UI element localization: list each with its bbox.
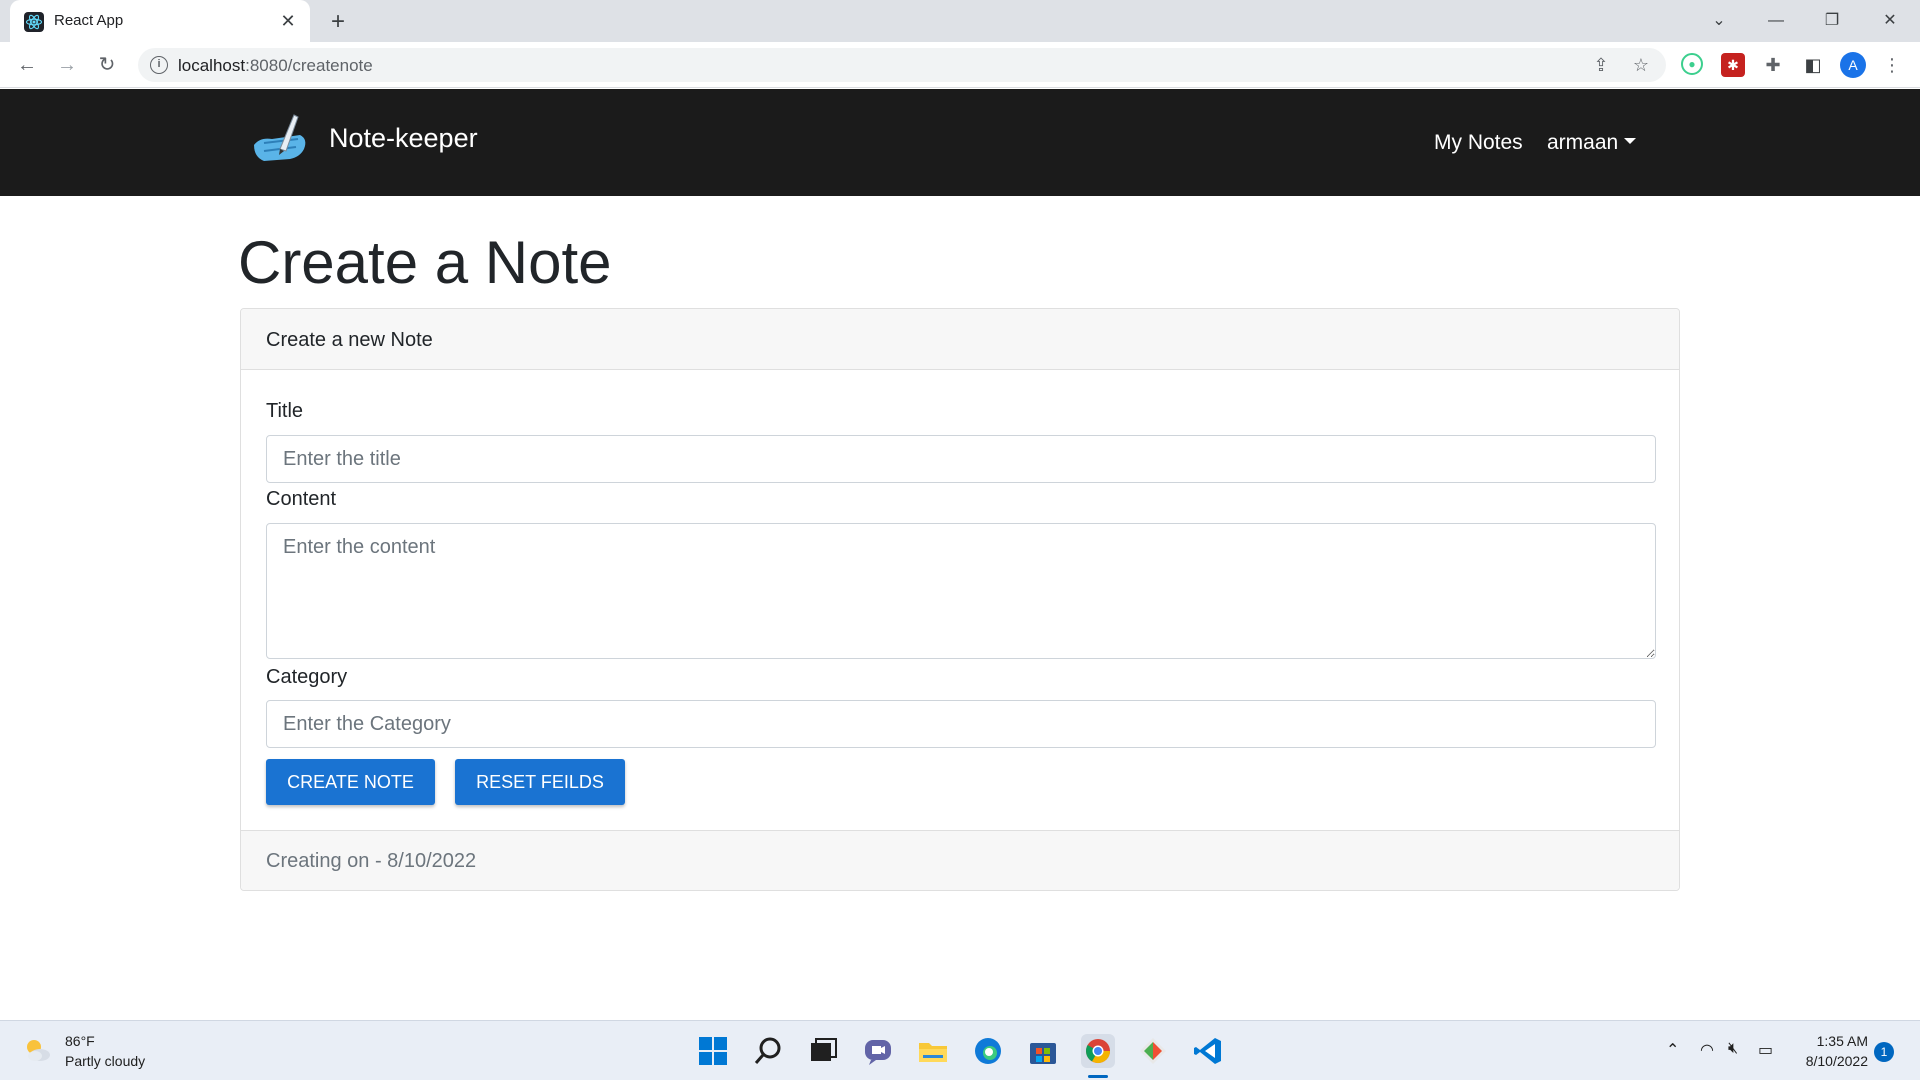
url-path: :8080/createnote [245,56,373,75]
category-input[interactable] [266,700,1656,748]
category-label: Category [266,666,348,688]
active-app-indicator [1088,1075,1108,1078]
notification-badge[interactable]: 1 [1874,1042,1894,1062]
reload-icon[interactable]: ↻ [92,50,122,80]
brand-name[interactable]: Note-keeper [329,123,478,154]
content-label: Content [266,488,337,510]
partly-cloudy-icon[interactable] [22,1035,52,1065]
address-bar[interactable]: i localhost:8080/createnote ⇪ ☆ [138,48,1666,82]
minimize-icon[interactable]: — [1759,4,1793,38]
tab-close-icon[interactable]: ✕ [276,9,300,33]
tab-search-icon[interactable]: ⌄ [1702,4,1736,38]
create-note-button[interactable]: CREATE NOTE [266,759,435,805]
weather-description[interactable]: Partly cloudy [65,1053,145,1069]
notepad-logo-icon[interactable] [250,109,312,171]
url-host: localhost [178,56,246,75]
card-footer: Creating on - 8/10/2022 [241,830,1679,890]
battery-icon[interactable]: ▭ [1758,1040,1773,1060]
show-hidden-icons-chevron[interactable]: ⌃ [1666,1040,1679,1060]
title-label: Title [266,400,304,422]
restore-icon[interactable]: ❐ [1815,4,1849,38]
chrome-icon[interactable] [1081,1034,1115,1068]
edge-browser-icon[interactable] [971,1034,1005,1068]
weather-temperature[interactable]: 86°F [65,1033,95,1049]
new-tab-icon[interactable]: + [324,8,352,36]
card-header: Create a new Note [241,309,1679,370]
reset-fields-button[interactable]: RESET FEILDS [455,759,625,805]
clock-time[interactable]: 1:35 AM [1806,1033,1868,1049]
close-window-icon[interactable]: ✕ [1873,4,1907,38]
clock-date[interactable]: 8/10/2022 [1790,1053,1868,1069]
teams-chat-icon[interactable] [861,1034,895,1068]
microsoft-store-icon[interactable] [1026,1034,1060,1068]
extension-red-icon[interactable]: ✱ [1721,53,1745,77]
file-explorer-icon[interactable] [916,1034,950,1068]
react-icon [24,12,44,32]
content-textarea[interactable] [266,523,1656,659]
windows-taskbar: 86°F Partly cloudy ⌃ ◠ 🔇︎ ▭ 1:35 AM 8/10… [0,1020,1920,1080]
volume-muted-icon[interactable]: 🔇︎ [1728,1040,1738,1058]
site-info-icon[interactable]: i [150,56,168,74]
search-icon[interactable] [751,1034,785,1068]
vscode-icon[interactable] [1191,1034,1225,1068]
card-header-text: Create a new Note [266,329,433,351]
wifi-icon[interactable]: ◠ [1700,1040,1714,1060]
task-view-icon[interactable] [806,1034,840,1068]
app-navbar: Note-keeper My Notes armaan [0,89,1920,196]
nav-my-notes[interactable]: My Notes [1434,131,1523,155]
tab-title: React App [54,12,124,29]
url-text: localhost:8080/createnote [178,56,373,76]
browser-tab[interactable]: React App ✕ [10,0,310,42]
creation-date-text: Creating on - 8/10/2022 [266,850,477,872]
page-title: Create a Note [238,229,612,296]
git-app-icon[interactable] [1136,1034,1170,1068]
caret-down-icon [1624,138,1637,145]
windows-start-icon[interactable] [696,1034,730,1068]
side-panel-icon[interactable]: ◧ [1801,53,1825,77]
back-icon[interactable]: ← [12,50,42,80]
profile-avatar[interactable]: A [1840,52,1866,78]
menu-kebab-icon[interactable]: ⋮ [1880,53,1904,77]
title-input[interactable] [266,435,1656,483]
extension-green-icon[interactable]: ● [1681,53,1703,75]
create-note-card: Create a new Note Title Content Category… [240,308,1680,891]
share-icon[interactable]: ⇪ [1590,54,1612,76]
nav-user-dropdown[interactable]: armaan [1547,131,1637,155]
bookmark-star-icon[interactable]: ☆ [1630,54,1652,76]
nav-user-label: armaan [1547,131,1619,154]
forward-icon[interactable]: → [52,50,82,80]
extensions-puzzle-icon[interactable]: ✚ [1761,53,1785,77]
browser-tabstrip: React App ✕ + ⌄ — ❐ ✕ [0,0,1920,42]
browser-toolbar: ← → ↻ i localhost:8080/createnote ⇪ ☆ ● … [0,42,1920,88]
